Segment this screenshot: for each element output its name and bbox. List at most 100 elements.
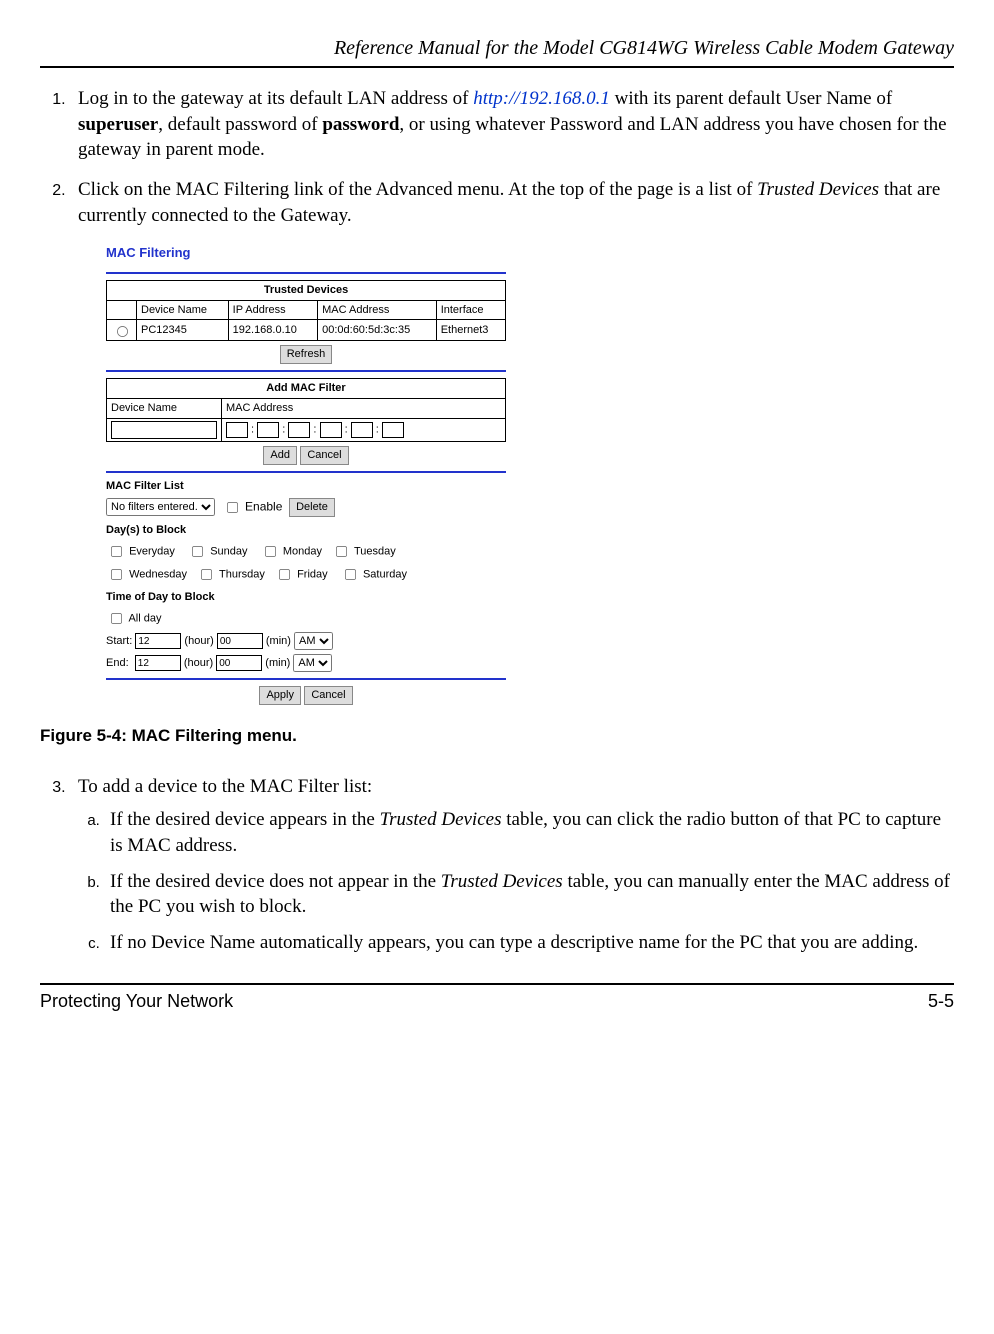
- cell-name: PC12345: [137, 320, 229, 341]
- username-bold: superuser: [78, 114, 158, 135]
- cell-iface: Ethernet3: [436, 320, 505, 341]
- lbl-end: End:: [106, 657, 129, 669]
- lbl-hour: (hour): [184, 635, 213, 647]
- apply-button[interactable]: Apply: [259, 686, 301, 705]
- cb-everyday[interactable]: [111, 546, 122, 557]
- step-3-sublist: If the desired device appears in the Tru…: [78, 807, 954, 955]
- header-rule: [40, 66, 954, 68]
- italic: Trusted Devices: [441, 871, 563, 892]
- footer-right: 5-5: [928, 989, 954, 1013]
- refresh-button[interactable]: Refresh: [280, 345, 333, 364]
- text: If the desired device appears in the: [110, 809, 380, 830]
- text: To add a device to the MAC Filter list:: [78, 776, 372, 797]
- start-hour-input[interactable]: [135, 633, 181, 649]
- text: with its parent default User Name of: [610, 88, 892, 109]
- filter-list-select[interactable]: No filters entered.: [106, 498, 215, 516]
- lbl-sunday: Sunday: [210, 545, 247, 557]
- start-ampm-select[interactable]: AM: [294, 632, 333, 650]
- figure-caption: Figure 5-4: MAC Filtering menu.: [40, 725, 954, 748]
- divider: [106, 272, 506, 274]
- lan-address-link[interactable]: http://192.168.0.1: [473, 88, 610, 109]
- divider: [106, 678, 506, 680]
- page-footer: Protecting Your Network 5-5: [40, 989, 954, 1013]
- lbl-allday: All day: [128, 612, 161, 624]
- cb-tuesday[interactable]: [336, 546, 347, 557]
- cb-friday[interactable]: [279, 569, 290, 580]
- step-3b: If the desired device does not appear in…: [104, 869, 954, 920]
- mac-input-4[interactable]: [320, 422, 342, 438]
- divider: [106, 471, 506, 473]
- col-mac: MAC Address: [318, 300, 437, 320]
- step-1: Log in to the gateway at its default LAN…: [70, 86, 954, 163]
- cell-mac: 00:0d:60:5d:3c:35: [318, 320, 437, 341]
- lbl-friday: Friday: [297, 568, 328, 580]
- device-radio[interactable]: [117, 326, 128, 337]
- step-2: Click on the MAC Filtering link of the A…: [70, 177, 954, 705]
- mac-input-5[interactable]: [351, 422, 373, 438]
- lbl-everyday: Everyday: [129, 545, 175, 557]
- text: If the desired device does not appear in…: [110, 871, 441, 892]
- lbl-saturday: Saturday: [363, 568, 407, 580]
- mac-input-1[interactable]: [226, 422, 248, 438]
- step-3a: If the desired device appears in the Tru…: [104, 807, 954, 858]
- col-ip: IP Address: [228, 300, 317, 320]
- cb-wednesday[interactable]: [111, 569, 122, 580]
- trusted-devices-italic: Trusted Devices: [757, 179, 879, 200]
- steps-list: Log in to the gateway at its default LAN…: [40, 86, 954, 705]
- start-min-input[interactable]: [217, 633, 263, 649]
- col-mac-2: MAC Address: [222, 399, 506, 419]
- col-device-name-2: Device Name: [107, 399, 222, 419]
- steps-list-cont: To add a device to the MAC Filter list: …: [40, 774, 954, 956]
- cb-monday[interactable]: [265, 546, 276, 557]
- lbl-wednesday: Wednesday: [129, 568, 187, 580]
- mac-input-3[interactable]: [288, 422, 310, 438]
- end-min-input[interactable]: [216, 655, 262, 671]
- footer-rule: [40, 983, 954, 985]
- footer-left: Protecting Your Network: [40, 989, 233, 1013]
- lbl-start: Start:: [106, 635, 132, 647]
- lbl-thursday: Thursday: [219, 568, 265, 580]
- days-title: Day(s) to Block: [106, 523, 506, 538]
- cancel-button[interactable]: Cancel: [300, 446, 348, 465]
- filter-list-title: MAC Filter List: [106, 479, 506, 494]
- cb-thursday[interactable]: [201, 569, 212, 580]
- step-3: To add a device to the MAC Filter list: …: [70, 774, 954, 956]
- text: , default password of: [158, 114, 322, 135]
- lbl-hour-2: (hour): [184, 657, 213, 669]
- cb-allday[interactable]: [111, 613, 122, 624]
- cb-saturday[interactable]: [345, 569, 356, 580]
- add-button[interactable]: Add: [263, 446, 297, 465]
- trusted-devices-table: Trusted Devices Device Name IP Address M…: [106, 280, 506, 342]
- delete-button[interactable]: Delete: [289, 498, 335, 517]
- add-filter-header: Add MAC Filter: [107, 379, 506, 399]
- add-mac-filter-table: Add MAC Filter Device Name MAC Address :…: [106, 378, 506, 442]
- page-header: Reference Manual for the Model CG814WG W…: [40, 35, 954, 62]
- col-device-name: Device Name: [137, 300, 229, 320]
- italic: Trusted Devices: [380, 809, 502, 830]
- trusted-devices-header: Trusted Devices: [107, 280, 506, 300]
- enable-label: Enable: [245, 499, 282, 513]
- step-3c: If no Device Name automatically appears,…: [104, 930, 954, 956]
- cb-sunday[interactable]: [192, 546, 203, 557]
- screenshot-title: MAC Filtering: [106, 244, 506, 262]
- mac-input-2[interactable]: [257, 422, 279, 438]
- time-title: Time of Day to Block: [106, 590, 506, 605]
- password-bold: password: [322, 114, 399, 135]
- lbl-tuesday: Tuesday: [354, 545, 396, 557]
- lbl-monday: Monday: [283, 545, 322, 557]
- cancel-button-2[interactable]: Cancel: [304, 686, 352, 705]
- text: Log in to the gateway at its default LAN…: [78, 88, 473, 109]
- lbl-min: (min): [266, 635, 291, 647]
- device-name-input[interactable]: [111, 421, 217, 439]
- end-hour-input[interactable]: [135, 655, 181, 671]
- enable-checkbox[interactable]: [227, 502, 238, 513]
- end-ampm-select[interactable]: AM: [293, 654, 332, 672]
- text: Click on the MAC Filtering link of the A…: [78, 179, 757, 200]
- cell-ip: 192.168.0.10: [228, 320, 317, 341]
- lbl-min-2: (min): [265, 657, 290, 669]
- text: If no Device Name automatically appears,…: [110, 932, 918, 953]
- table-row: PC12345 192.168.0.10 00:0d:60:5d:3c:35 E…: [107, 320, 506, 341]
- col-interface: Interface: [436, 300, 505, 320]
- mac-filtering-screenshot: MAC Filtering Trusted Devices Device Nam…: [106, 244, 506, 705]
- mac-input-6[interactable]: [382, 422, 404, 438]
